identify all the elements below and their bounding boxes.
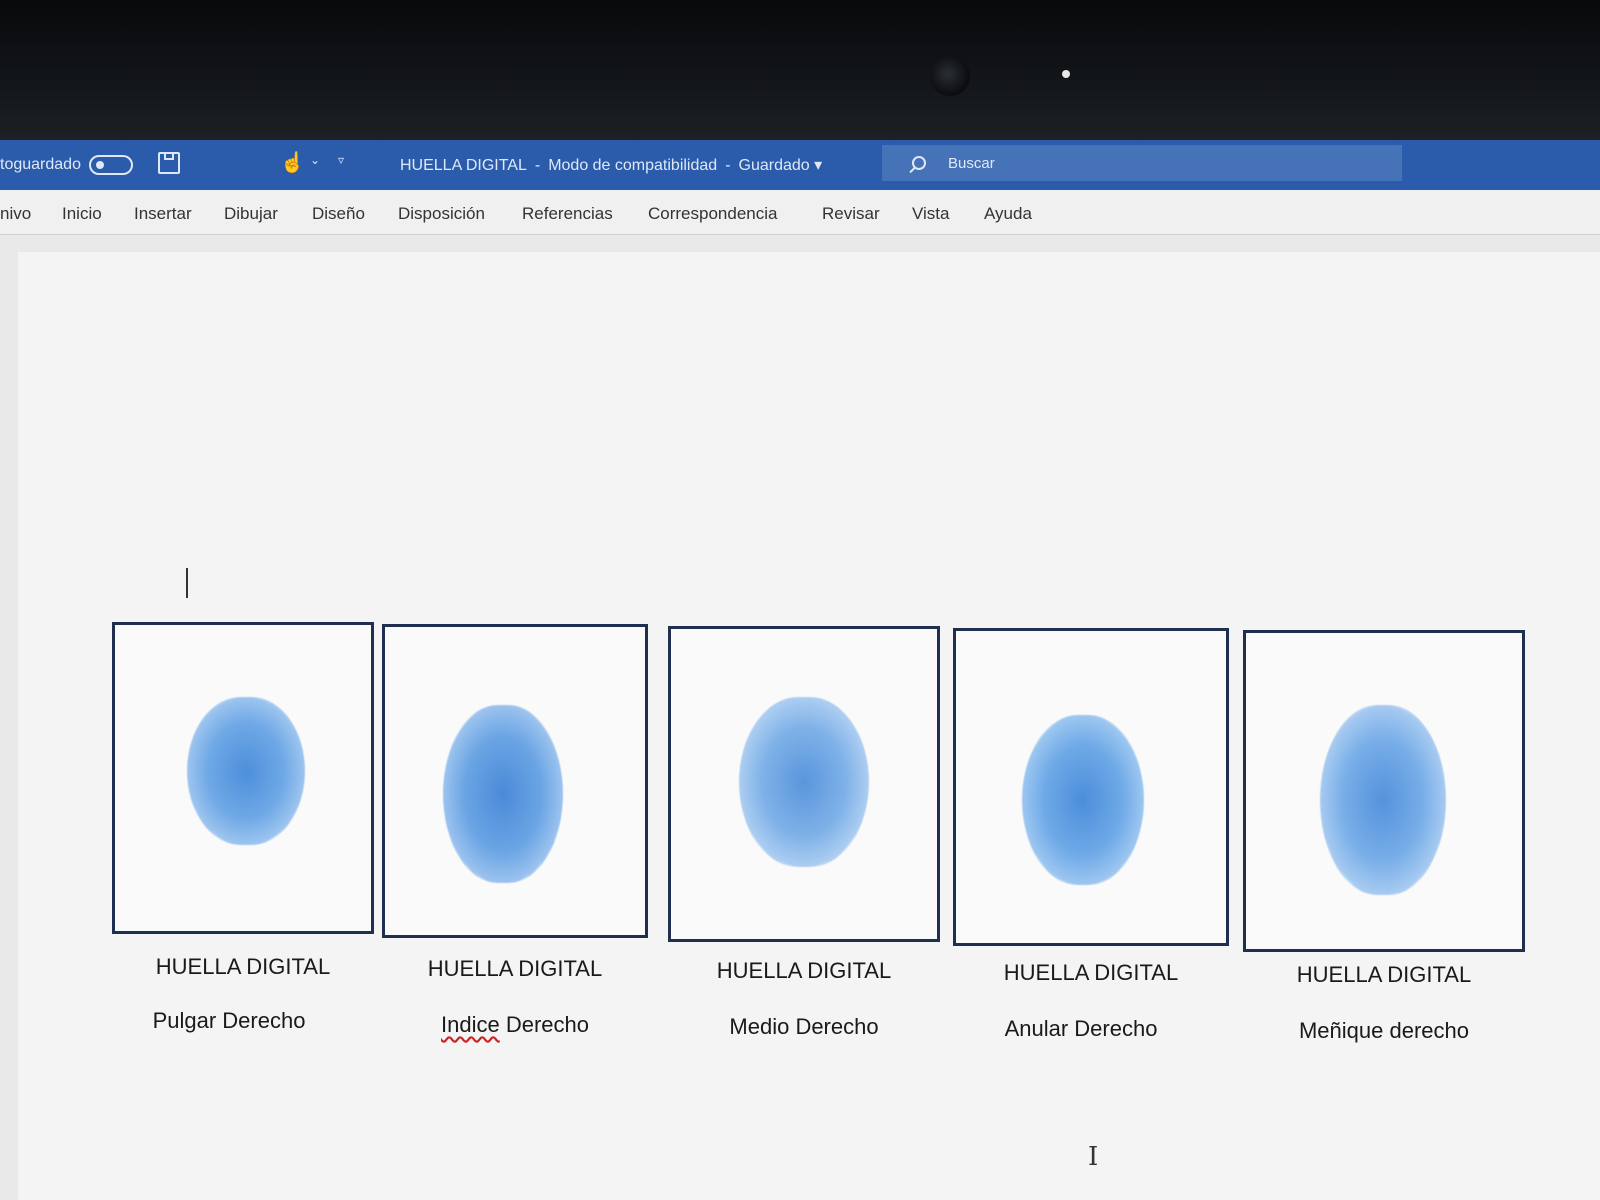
fingerprint-image xyxy=(1320,705,1446,895)
camera-led-icon xyxy=(1062,70,1070,78)
fingerprint-finger: Indice Derecho xyxy=(382,1012,648,1038)
misspelled-word[interactable]: Indice xyxy=(441,1012,500,1037)
fingerprint-image xyxy=(443,705,563,883)
autosave-label: toguardado xyxy=(0,156,81,173)
caret-down-icon[interactable]: ▾ xyxy=(814,157,822,174)
tab-diseno[interactable]: Diseño xyxy=(312,204,365,224)
fingerprint-title: HUELLA DIGITAL xyxy=(716,958,892,983)
webcam-icon xyxy=(930,56,970,96)
tab-insertar[interactable]: Insertar xyxy=(134,204,192,224)
document-title[interactable]: HUELLA DIGITAL - Modo de compatibilidad - Gu… xyxy=(400,155,822,175)
fingerprint-image xyxy=(187,697,305,845)
fingerprint-finger: Pulgar Derecho xyxy=(152,1008,306,1033)
word-window: toguardado ☝ ⌄ ▿ HUELLA DIGITAL - Modo de … xyxy=(0,140,1600,1200)
save-status: Guardado xyxy=(738,157,810,174)
fingerprint-box-thumb xyxy=(112,622,374,934)
doc-name: HUELLA DIGITAL xyxy=(400,157,527,174)
compat-mode: Modo de compatibilidad xyxy=(548,157,718,174)
fingerprint-title: HUELLA DIGITAL xyxy=(155,954,331,979)
touch-mode-icon[interactable]: ☝ xyxy=(280,150,305,175)
fingerprint-image xyxy=(1022,715,1144,885)
tab-referencias[interactable]: Referencias xyxy=(522,204,613,224)
customize-quick-access-icon[interactable]: ▿ xyxy=(338,153,344,167)
fingerprint-box-middle xyxy=(668,626,940,942)
fingerprint-box-index xyxy=(382,624,648,938)
fingerprint-image xyxy=(739,697,869,867)
laptop-bezel xyxy=(0,0,1600,140)
tab-disposicion[interactable]: Disposición xyxy=(398,204,485,224)
title-bar: toguardado ☝ ⌄ ▿ HUELLA DIGITAL - Modo de … xyxy=(0,140,1600,190)
text-cursor xyxy=(186,568,188,598)
search-box[interactable] xyxy=(882,145,1402,181)
toggle-switch-icon[interactable] xyxy=(88,155,133,175)
fingerprint-finger: Medio Derecho xyxy=(729,1014,879,1039)
mouse-ibeam-icon: I xyxy=(1088,1142,1099,1172)
save-icon[interactable] xyxy=(158,152,180,174)
fingerprint-title: HUELLA DIGITAL xyxy=(1296,962,1472,987)
ribbon-tabs: nivo Inicio Insertar Dibujar Diseño Disp… xyxy=(0,190,1600,235)
tab-revisar[interactable]: Revisar xyxy=(822,204,880,224)
tab-ayuda[interactable]: Ayuda xyxy=(984,204,1032,224)
tab-inicio[interactable]: Inicio xyxy=(62,204,102,224)
fingerprint-box-little xyxy=(1243,630,1525,952)
fingerprint-finger: Meñique derecho xyxy=(1298,1018,1469,1043)
fingerprint-finger: Anular Derecho xyxy=(1004,1016,1158,1041)
autosave-toggle[interactable]: toguardado xyxy=(0,155,133,175)
chevron-down-icon[interactable]: ⌄ xyxy=(310,153,320,167)
tab-archivo[interactable]: nivo xyxy=(0,204,31,224)
search-input[interactable] xyxy=(946,153,1350,173)
tab-correspondencia[interactable]: Correspondencia xyxy=(648,204,777,224)
document-page[interactable]: HUELLA DIGITAL Pulgar Derecho HUELLA DIG… xyxy=(18,252,1600,1200)
search-icon xyxy=(912,156,926,170)
fingerprint-title: HUELLA DIGITAL xyxy=(427,956,603,981)
fingerprint-box-ring xyxy=(953,628,1229,946)
tab-vista[interactable]: Vista xyxy=(912,204,950,224)
finger-rest: Derecho xyxy=(499,1012,589,1037)
tab-dibujar[interactable]: Dibujar xyxy=(224,204,278,224)
fingerprint-title: HUELLA DIGITAL xyxy=(1003,960,1179,985)
